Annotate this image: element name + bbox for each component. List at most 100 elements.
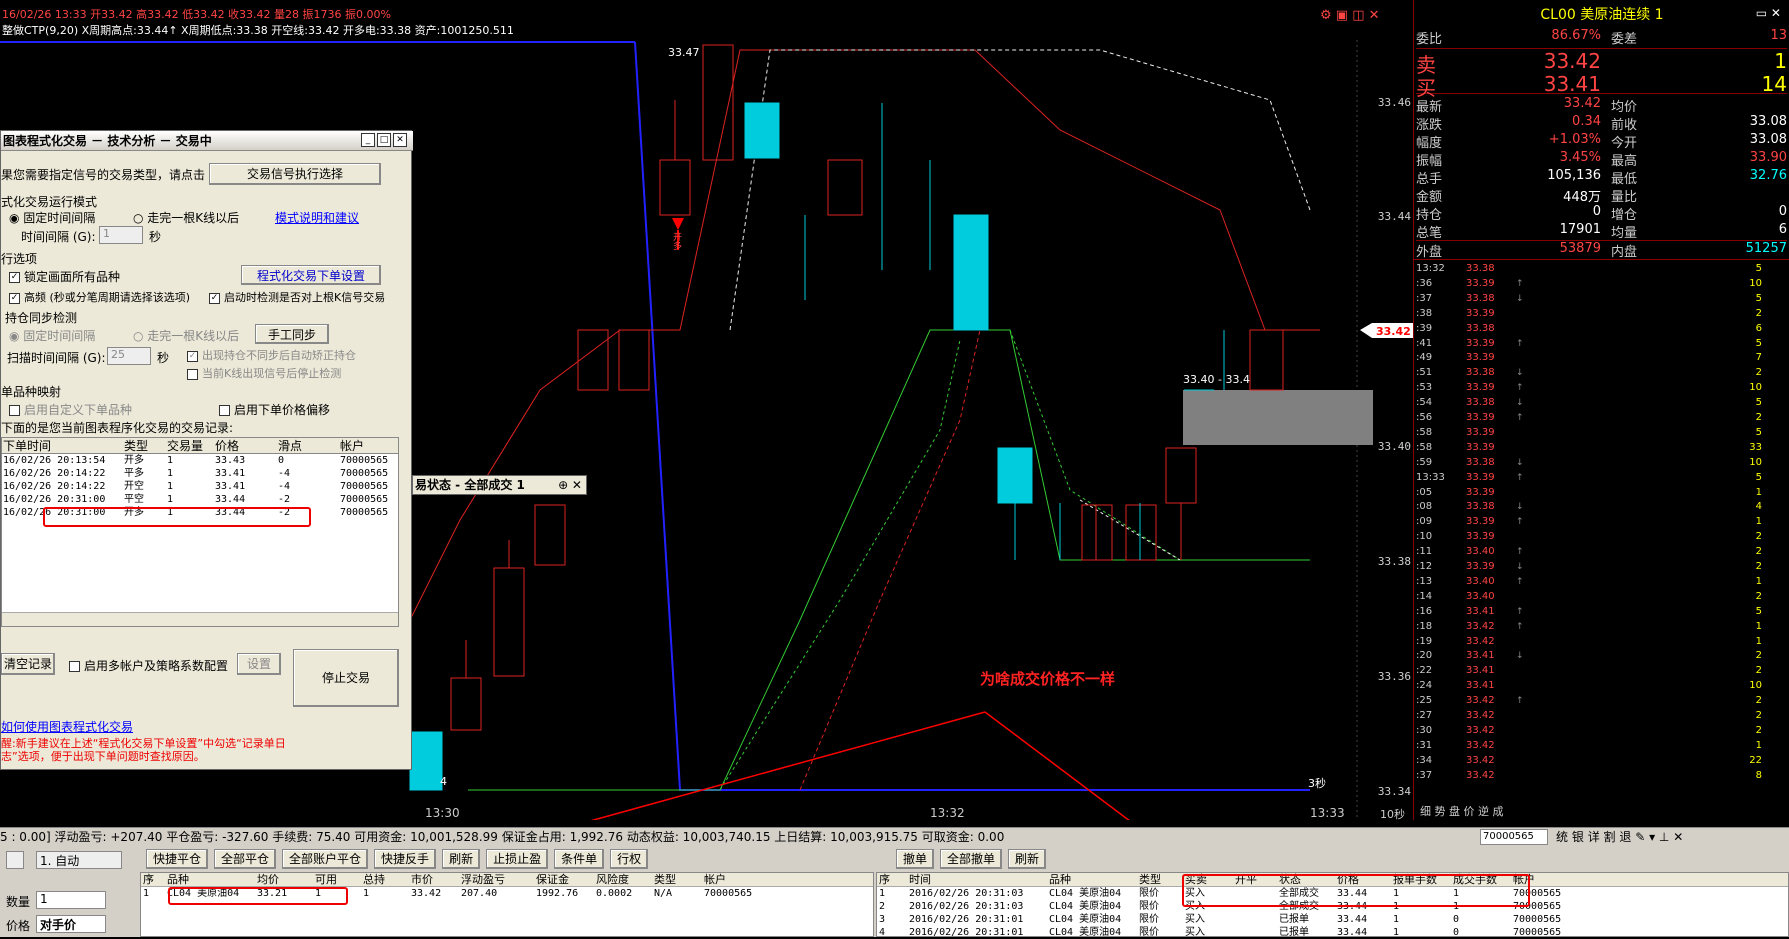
record-row[interactable]: 16/02/26 20:14:22 开空 1 33.41 -4 70000565 [2,480,398,493]
program-trading-dialog[interactable]: 图表程式化交易 － 技术分析 － 交易中 _ □ ✕ 果您需要指定信号的交易类型… [0,130,413,770]
record-cell: -4 [278,481,291,492]
mode-help-link[interactable]: 模式说明和建议 [275,209,359,226]
order-status-window[interactable]: 易状态 - 全部成交 1 ⊕ ✕ [412,475,587,495]
tick-time: :59 [1416,456,1433,468]
price-tick: 33.44 [1377,210,1411,223]
clear-records-button[interactable]: 清空记录 [1,653,55,675]
refresh-icon[interactable] [6,851,24,869]
pin-icon[interactable]: ✎ ▾ ⊥ ✕ [1635,830,1683,844]
account-icons[interactable]: 统 银 详 割 退 ✎ ▾ ⊥ ✕ [1556,828,1683,845]
dialog-title: 图表程式化交易 － 技术分析 － 交易中 [1,131,413,151]
tick-price: 33.38 [1466,263,1495,274]
tick-qty: 4 [1755,501,1762,513]
bank-icon[interactable]: 银 [1572,830,1584,844]
trade-records-table[interactable]: 下单时间 类型 交易量 价格 滑点 帐户 16/02/26 20:13:54 开多 1 33.4… [1,437,399,627]
position-action-button[interactable]: 快捷平仓 [146,849,209,869]
sec-label: 秒 [149,230,162,244]
panel-menu-icons[interactable]: ▭ ✕ [1756,6,1781,20]
account-select[interactable]: 70000565 [1480,829,1548,845]
order-action-button[interactable]: 撤单 [896,849,935,869]
autofix-checkbox[interactable]: ✓ 出现持仓不同步后自动矫正持仓 [187,347,356,363]
table-cell [1233,926,1277,939]
howto-link[interactable]: 如何使用图表程式化交易 [1,718,133,735]
tick-price: 33.42 [1466,769,1495,781]
price-offset-checkbox[interactable]: 启用下单价格偏移 [219,401,330,418]
tick-arrow: ↓ [1516,293,1524,304]
tick-price: 33.41 [1466,650,1495,662]
position-action-button[interactable]: 行权 [610,849,649,869]
col-header: 序 [879,873,890,886]
position-action-button[interactable]: 全部账户平仓 [282,849,369,869]
detail-icon[interactable]: 详 [1588,830,1600,844]
order-row[interactable]: 4 2016/02/26 20:31:01 CL04 美原油04 限价 买入 已报单 33.… [877,926,1788,939]
order-settings-button[interactable]: 程式化交易下单设置 [241,265,381,285]
stopcheck-checkbox[interactable]: 当前K线出现信号后停止检测 [187,365,341,381]
tick-time: :19 [1416,635,1433,647]
tick-arrow [1516,679,1536,693]
tick-time: :54 [1416,397,1433,409]
position-action-button[interactable]: 全部平仓 [214,849,277,869]
scan-input[interactable]: 25 [107,347,151,365]
trade-panel[interactable]: 1. 自动 数量 1 价格 对手价 快捷平仓 全部平仓 全部账户平仓 快捷反手 刷新 止损… [0,845,1789,939]
close-icon[interactable]: ⊕ ✕ [558,476,582,494]
exit-icon[interactable]: 退 [1619,830,1631,844]
qty-input[interactable]: 1 [36,891,106,909]
position-action-button[interactable]: 快捷反手 [374,849,437,869]
record-row[interactable]: 16/02/26 20:13:54 开多 1 33.43 0 70000565 [2,454,398,467]
manual-sync-button[interactable]: 手工同步 [255,324,329,344]
table-cell: 33.42 [411,888,442,899]
tick-price: 33.39 [1466,486,1495,498]
order-toolbar[interactable]: 撤单 全部撤单 刷新 [896,849,1047,869]
tick-arrow [1516,441,1536,455]
tick-row: :27 33.42 2 [1416,709,1788,723]
position-toolbar[interactable]: 快捷平仓 全部平仓 全部账户平仓 快捷反手 刷新 止损止盈 条件单 行权 [146,849,649,869]
window-controls[interactable]: _ □ ✕ [361,133,407,147]
maximize-icon[interactable]: □ [377,133,391,147]
tick-price: 33.39 [1466,412,1495,423]
radio-fixed[interactable]: ◉ 固定时间间隔 [9,209,95,226]
tick-time: :39 [1416,322,1433,334]
radio-bar[interactable]: ○ 走完一根K线以后 [133,209,239,226]
price-input[interactable]: 对手价 [36,915,106,933]
multi-account-checkbox[interactable]: 启用多帐户及策略系数配置 [69,657,228,674]
h-scrollbar[interactable] [2,612,398,626]
record-row[interactable]: 16/02/26 20:31:00 平空 1 33.44 -2 70000565 [2,493,398,506]
position-action-button[interactable]: 止损止盈 [486,849,549,869]
quote-tabs[interactable]: 细 势 盘 价 逆 成 [1420,803,1780,819]
order-row[interactable]: 3 2016/02/26 20:31:01 CL04 美原油04 限价 买入 已报单 33.… [877,913,1788,926]
interval-input[interactable]: 1 [99,226,143,244]
tick-time: :11 [1416,546,1433,558]
sync-radio-fixed[interactable]: ◉ 固定时间间隔 [9,327,95,344]
lock-checkbox[interactable]: ✓ 锁定画面所有品种 [9,268,120,285]
quote-value: 13 [1770,28,1787,43]
tick-arrow [1516,530,1536,544]
buy-qty: 14 [1761,72,1787,96]
split-icon[interactable]: 割 [1604,830,1616,844]
position-action-button[interactable]: 条件单 [554,849,605,869]
record-row[interactable]: 16/02/26 20:14:22 平多 1 33.41 -4 70000565 [2,467,398,480]
stop-trading-button[interactable]: 停止交易 [293,649,399,707]
stat-icon[interactable]: 统 [1556,830,1568,844]
time-tick: 13:33 [1310,806,1345,820]
mode-select[interactable]: 1. 自动 [36,851,122,869]
tick-list[interactable]: 13:32 33.38 5:36 33.39 ↑ 10:37 33.38 ↓ 5:38 33.39… [1414,259,1789,799]
signal-select-button[interactable]: 交易信号执行选择 [209,163,381,185]
col-header: 保证金 [536,873,569,886]
close-icon[interactable]: ✕ [393,133,407,147]
table-cell: CL04 美原油04 [1049,914,1122,925]
order-action-button[interactable]: 刷新 [1008,849,1047,869]
tick-time: :10 [1416,531,1433,543]
custom-symbol-checkbox[interactable]: 启用自定义下单品种 [9,401,132,418]
setting-button[interactable]: 设置 [237,653,281,675]
chart-tool-icons[interactable]: ⚙ ▣ ◫ ✕ [1320,8,1380,23]
position-action-button[interactable]: 刷新 [442,849,481,869]
minimize-icon[interactable]: _ [361,133,375,147]
table-cell: CL04 美原油04 [1049,888,1122,899]
record-cell: 33.41 [215,481,246,492]
check-last-checkbox[interactable]: ✓ 启动时检测是否对上根K信号交易 [209,289,385,305]
order-action-button[interactable]: 全部撤单 [940,849,1003,869]
tick-row: :14 33.40 2 [1416,590,1788,604]
hf-checkbox[interactable]: ✓ 高频 (秒或分笔周期请选择该选项) [9,289,190,305]
sync-radio-bar[interactable]: ○ 走完一根K线以后 [133,327,239,344]
price-tick: 33.46 [1377,96,1411,109]
